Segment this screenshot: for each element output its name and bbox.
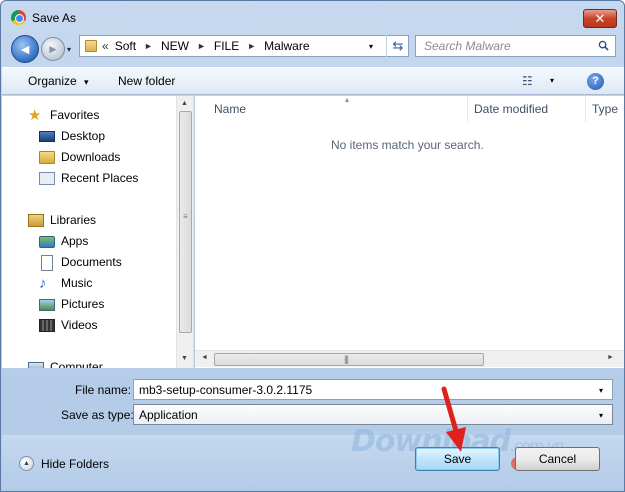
- breadcrumb: « Soft ► NEW ► FILE ► Malware: [102, 39, 310, 53]
- scroll-left-icon[interactable]: ◄: [201, 354, 208, 361]
- save-as-type-select[interactable]: Application ▾: [133, 404, 613, 425]
- search-input[interactable]: Search Malware: [415, 35, 616, 57]
- sidebar-item-label: Desktop: [61, 129, 106, 143]
- sidebar-item-label: Videos: [61, 318, 98, 332]
- downloads-folder-icon: [39, 151, 55, 164]
- grip-icon: ≡: [183, 212, 188, 221]
- refresh-icon[interactable]: ⇆: [386, 35, 409, 57]
- breadcrumb-item-soft[interactable]: Soft: [115, 39, 136, 53]
- help-icon[interactable]: ?: [587, 73, 604, 90]
- column-header-type[interactable]: Type: [586, 96, 624, 122]
- sidebar-item-label: Computer: [50, 360, 103, 368]
- sidebar-item-label: Libraries: [50, 213, 97, 227]
- search-placeholder: Search Malware: [424, 39, 511, 53]
- red-arrow-icon: [441, 386, 466, 452]
- save-as-type-label-text: Save as type:: [61, 408, 134, 422]
- address-bar[interactable]: « Soft ► NEW ► FILE ► Malware ▾ ⇆: [79, 35, 409, 57]
- file-list-scrollbar[interactable]: ◄ ||| ►: [195, 350, 624, 367]
- address-dropdown-icon[interactable]: ▾: [369, 42, 373, 51]
- sidebar-item-label: Apps: [61, 234, 89, 248]
- breadcrumb-separator-icon[interactable]: ►: [144, 41, 153, 51]
- command-bar: Organize ▾ New folder ☷ ▾ ?: [2, 67, 624, 95]
- computer-icon: [28, 362, 44, 368]
- chevron-down-icon[interactable]: ▾: [599, 411, 603, 420]
- window-title: Save As: [32, 11, 77, 25]
- grip-icon: |||: [344, 354, 349, 364]
- breadcrumb-overflow-icon[interactable]: «: [102, 39, 109, 53]
- breadcrumb-item-malware[interactable]: Malware: [264, 39, 309, 53]
- navigation-pane: ★ Favorites Desktop Downloads Recent Pla…: [2, 96, 194, 368]
- desktop-icon: [39, 131, 55, 142]
- view-dropdown-icon[interactable]: ▾: [550, 76, 554, 85]
- new-folder-button[interactable]: New folder: [118, 74, 175, 88]
- folder-icon: [85, 40, 97, 52]
- close-button[interactable]: ✕: [583, 9, 617, 28]
- sidebar-item-label: Recent Places: [61, 171, 139, 185]
- sort-ascending-icon: ▴: [345, 95, 350, 104]
- pictures-icon: [39, 299, 55, 311]
- scrollbar-thumb[interactable]: ≡: [179, 111, 192, 333]
- libraries-icon: [28, 214, 44, 227]
- sidebar-item-label: Favorites: [50, 108, 100, 122]
- breadcrumb-item-file[interactable]: FILE: [214, 39, 239, 53]
- organize-button[interactable]: Organize ▾: [28, 74, 89, 88]
- organize-label: Organize: [28, 74, 77, 88]
- scroll-up-icon[interactable]: ▲: [181, 100, 188, 107]
- scrollbar-thumb[interactable]: |||: [214, 353, 484, 366]
- back-button[interactable]: ◄: [11, 35, 39, 63]
- recent-places-icon: [39, 172, 55, 185]
- scroll-right-icon[interactable]: ►: [607, 354, 614, 361]
- column-header-label: Name: [214, 102, 247, 116]
- column-header-date-modified[interactable]: Date modified: [468, 96, 586, 122]
- collapse-up-icon: ▲: [19, 456, 34, 471]
- file-name-label-text: File name:: [75, 383, 132, 397]
- recent-pages-dropdown[interactable]: ▾: [67, 45, 71, 54]
- videos-icon: [39, 319, 55, 332]
- star-icon: ★: [28, 107, 42, 124]
- title-bar: Save As ✕: [1, 1, 624, 33]
- column-header-name[interactable]: ▴ Name: [208, 95, 468, 122]
- chrome-icon: [11, 10, 26, 25]
- scroll-down-icon[interactable]: ▼: [181, 355, 188, 362]
- music-icon: ♪: [39, 275, 47, 292]
- column-header-label: Date modified: [474, 102, 549, 116]
- save-as-type-value: Application: [139, 408, 198, 422]
- view-options-icon[interactable]: ☷: [522, 74, 534, 88]
- hide-folders-label: Hide Folders: [41, 457, 110, 471]
- breadcrumb-item-new[interactable]: NEW: [161, 39, 189, 53]
- chevron-down-icon[interactable]: ▾: [599, 386, 603, 395]
- file-name-value: mb3-setup-consumer-3.0.2.1175: [139, 383, 313, 397]
- save-as-dialog: Save As ✕ ◄ ► ▾ « Soft ► NEW ► FILE ► Ma…: [0, 0, 625, 492]
- breadcrumb-separator-icon[interactable]: ►: [247, 41, 256, 51]
- file-name-field[interactable]: mb3-setup-consumer-3.0.2.1175 ▾: [133, 379, 613, 400]
- forward-button[interactable]: ►: [41, 37, 65, 61]
- sidebar-scrollbar[interactable]: ▲ ≡ ▼: [176, 96, 193, 368]
- sidebar-item-label: Downloads: [61, 150, 121, 164]
- cancel-button[interactable]: Cancel: [515, 447, 600, 471]
- search-icon[interactable]: [598, 40, 609, 51]
- sidebar-item-label: Music: [61, 276, 93, 290]
- file-name-label: File name:: [75, 383, 131, 397]
- column-header-label: Type: [592, 102, 619, 116]
- chevron-down-icon: ▾: [84, 77, 89, 87]
- sidebar-item-label: Pictures: [61, 297, 105, 311]
- save-as-type-label: Save as type:: [61, 408, 134, 422]
- breadcrumb-separator-icon[interactable]: ►: [197, 41, 206, 51]
- empty-message: No items match your search.: [331, 138, 484, 152]
- documents-icon: [41, 255, 53, 271]
- apps-icon: [39, 236, 55, 248]
- sidebar-item-label: Documents: [61, 255, 122, 269]
- file-list: ▴ Name Date modified Type No items match…: [195, 95, 624, 368]
